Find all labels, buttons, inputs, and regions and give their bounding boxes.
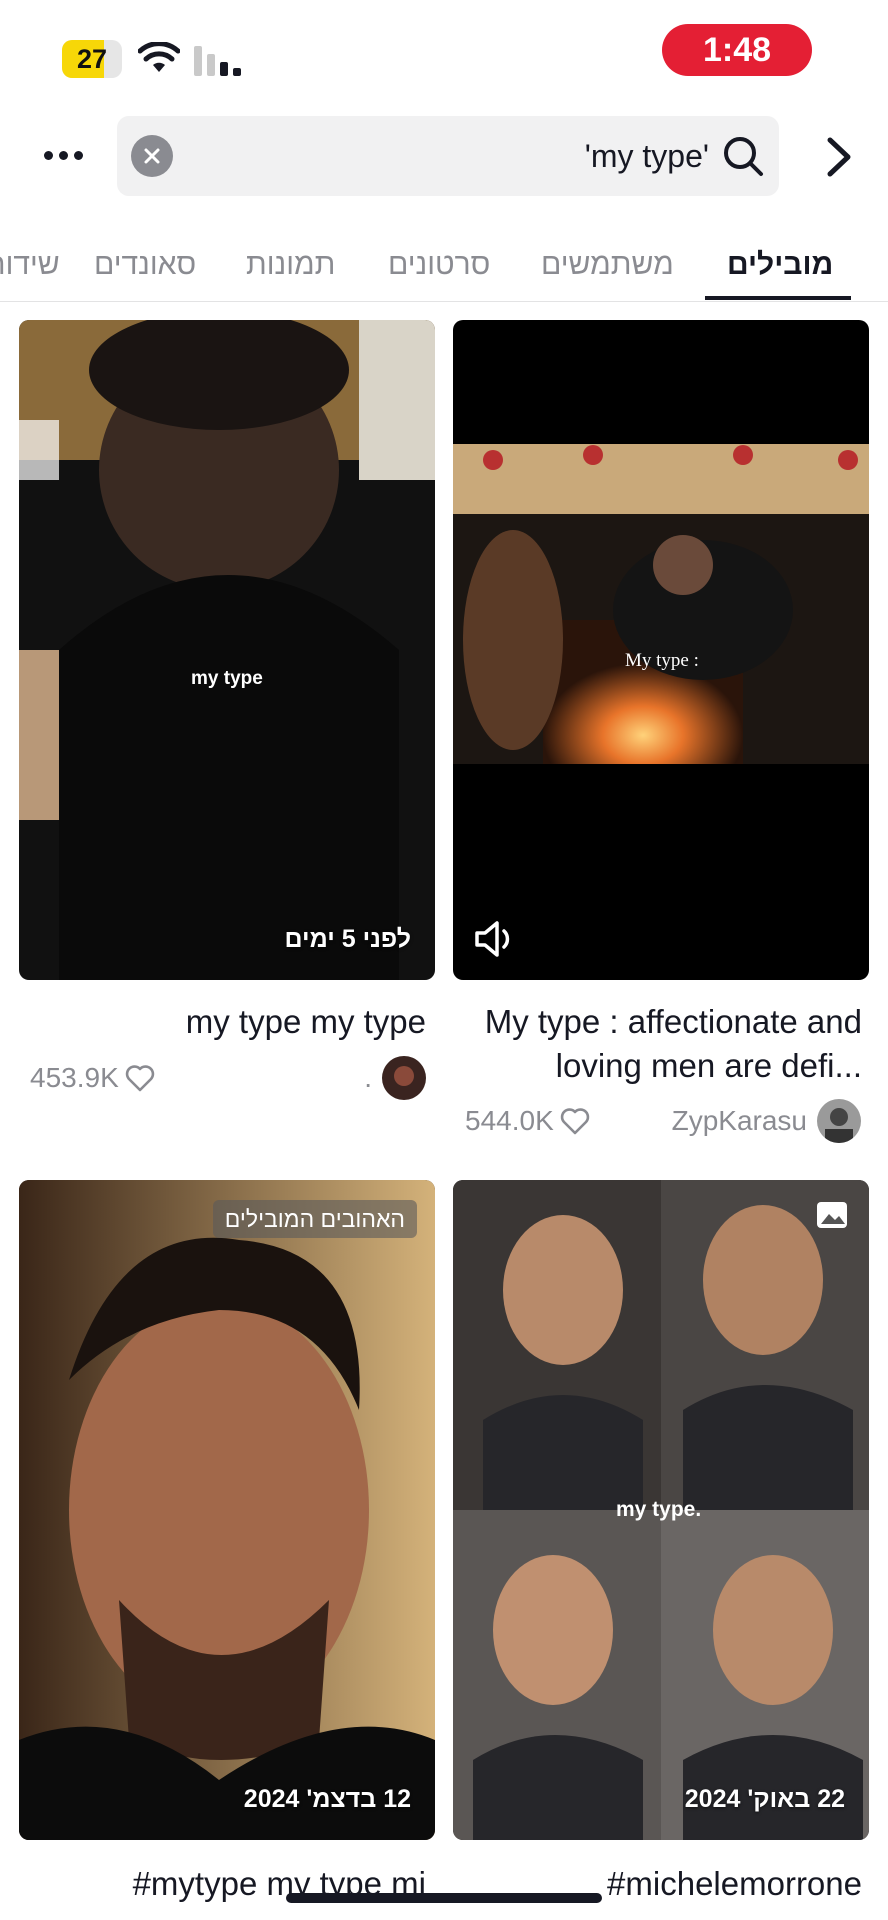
heart-icon[interactable]: [560, 1107, 590, 1135]
chevron-right-icon[interactable]: [818, 132, 858, 182]
video-thumbnail-4[interactable]: האהובים המובילים 12 בדצמ' 2024: [19, 1180, 435, 1840]
like-count: 544.0K: [465, 1099, 590, 1143]
post-date: לפני 5 ימים: [284, 925, 411, 953]
wifi-icon: [138, 42, 180, 72]
muted-speaker-icon[interactable]: [471, 916, 517, 962]
card-1-title[interactable]: My type : affectionate and loving men ar…: [462, 1000, 862, 1088]
card-2-meta: 453.9K .: [30, 1056, 426, 1100]
tab-users[interactable]: משתמשים: [541, 228, 674, 301]
post-date: 12 בדצמ' 2024: [243, 1785, 411, 1813]
card-2-title[interactable]: my type my type: [28, 1000, 426, 1044]
likes-value: 453.9K: [30, 1062, 119, 1093]
author[interactable]: ZypKarasu: [672, 1099, 861, 1143]
home-indicator[interactable]: [286, 1893, 602, 1903]
search-bar[interactable]: 'my type': [117, 116, 779, 196]
active-tab-indicator: [705, 296, 851, 300]
video-frame: [19, 320, 435, 980]
status-time: 1:48: [662, 24, 812, 76]
search-input[interactable]: 'my type': [585, 116, 709, 196]
video-thumbnail-1[interactable]: My type :: [453, 320, 869, 980]
clear-icon[interactable]: [131, 135, 173, 177]
likes-value: 544.0K: [465, 1105, 554, 1136]
author-name[interactable]: .: [364, 1062, 372, 1094]
trending-badge: האהובים המובילים: [212, 1200, 417, 1238]
photo-carousel-icon: [817, 1202, 847, 1228]
avatar[interactable]: [382, 1056, 426, 1100]
video-thumbnail-2[interactable]: my type לפני 5 ימים: [19, 320, 435, 980]
tab-top[interactable]: מובילים: [727, 228, 833, 301]
more-options-button[interactable]: [38, 135, 88, 175]
battery-level: 27: [76, 43, 108, 74]
video-frame: [19, 1180, 435, 1840]
video-caption-overlay: my type.: [616, 1498, 702, 1521]
tab-videos[interactable]: סרטונים: [388, 228, 490, 301]
card-1-meta: 544.0K ZypKarasu: [465, 1099, 861, 1143]
more-icon: [43, 150, 53, 160]
like-count: 453.9K: [30, 1056, 155, 1100]
status-bar: 27 1:48: [0, 0, 888, 110]
post-date: 22 באוק' 2024: [684, 1785, 845, 1813]
cellular-signal-icon: [194, 46, 241, 76]
tab-photos[interactable]: תמונות: [246, 228, 335, 301]
video-caption-overlay: My type :: [625, 650, 699, 671]
search-icon[interactable]: [721, 134, 765, 178]
tab-live[interactable]: שידורים: [0, 228, 60, 301]
author[interactable]: .: [364, 1056, 426, 1100]
heart-icon[interactable]: [125, 1064, 155, 1092]
video-caption-overlay: my type: [191, 668, 263, 689]
battery-icon: 27: [62, 40, 122, 78]
video-thumbnail-3[interactable]: my type. 22 באוק' 2024: [453, 1180, 869, 1840]
tab-sounds[interactable]: סאונדים: [94, 228, 196, 301]
search-tabs: מובילים משתמשים סרטונים תמונות סאונדים ש…: [0, 228, 888, 302]
author-name[interactable]: ZypKarasu: [672, 1105, 807, 1137]
avatar[interactable]: [817, 1099, 861, 1143]
